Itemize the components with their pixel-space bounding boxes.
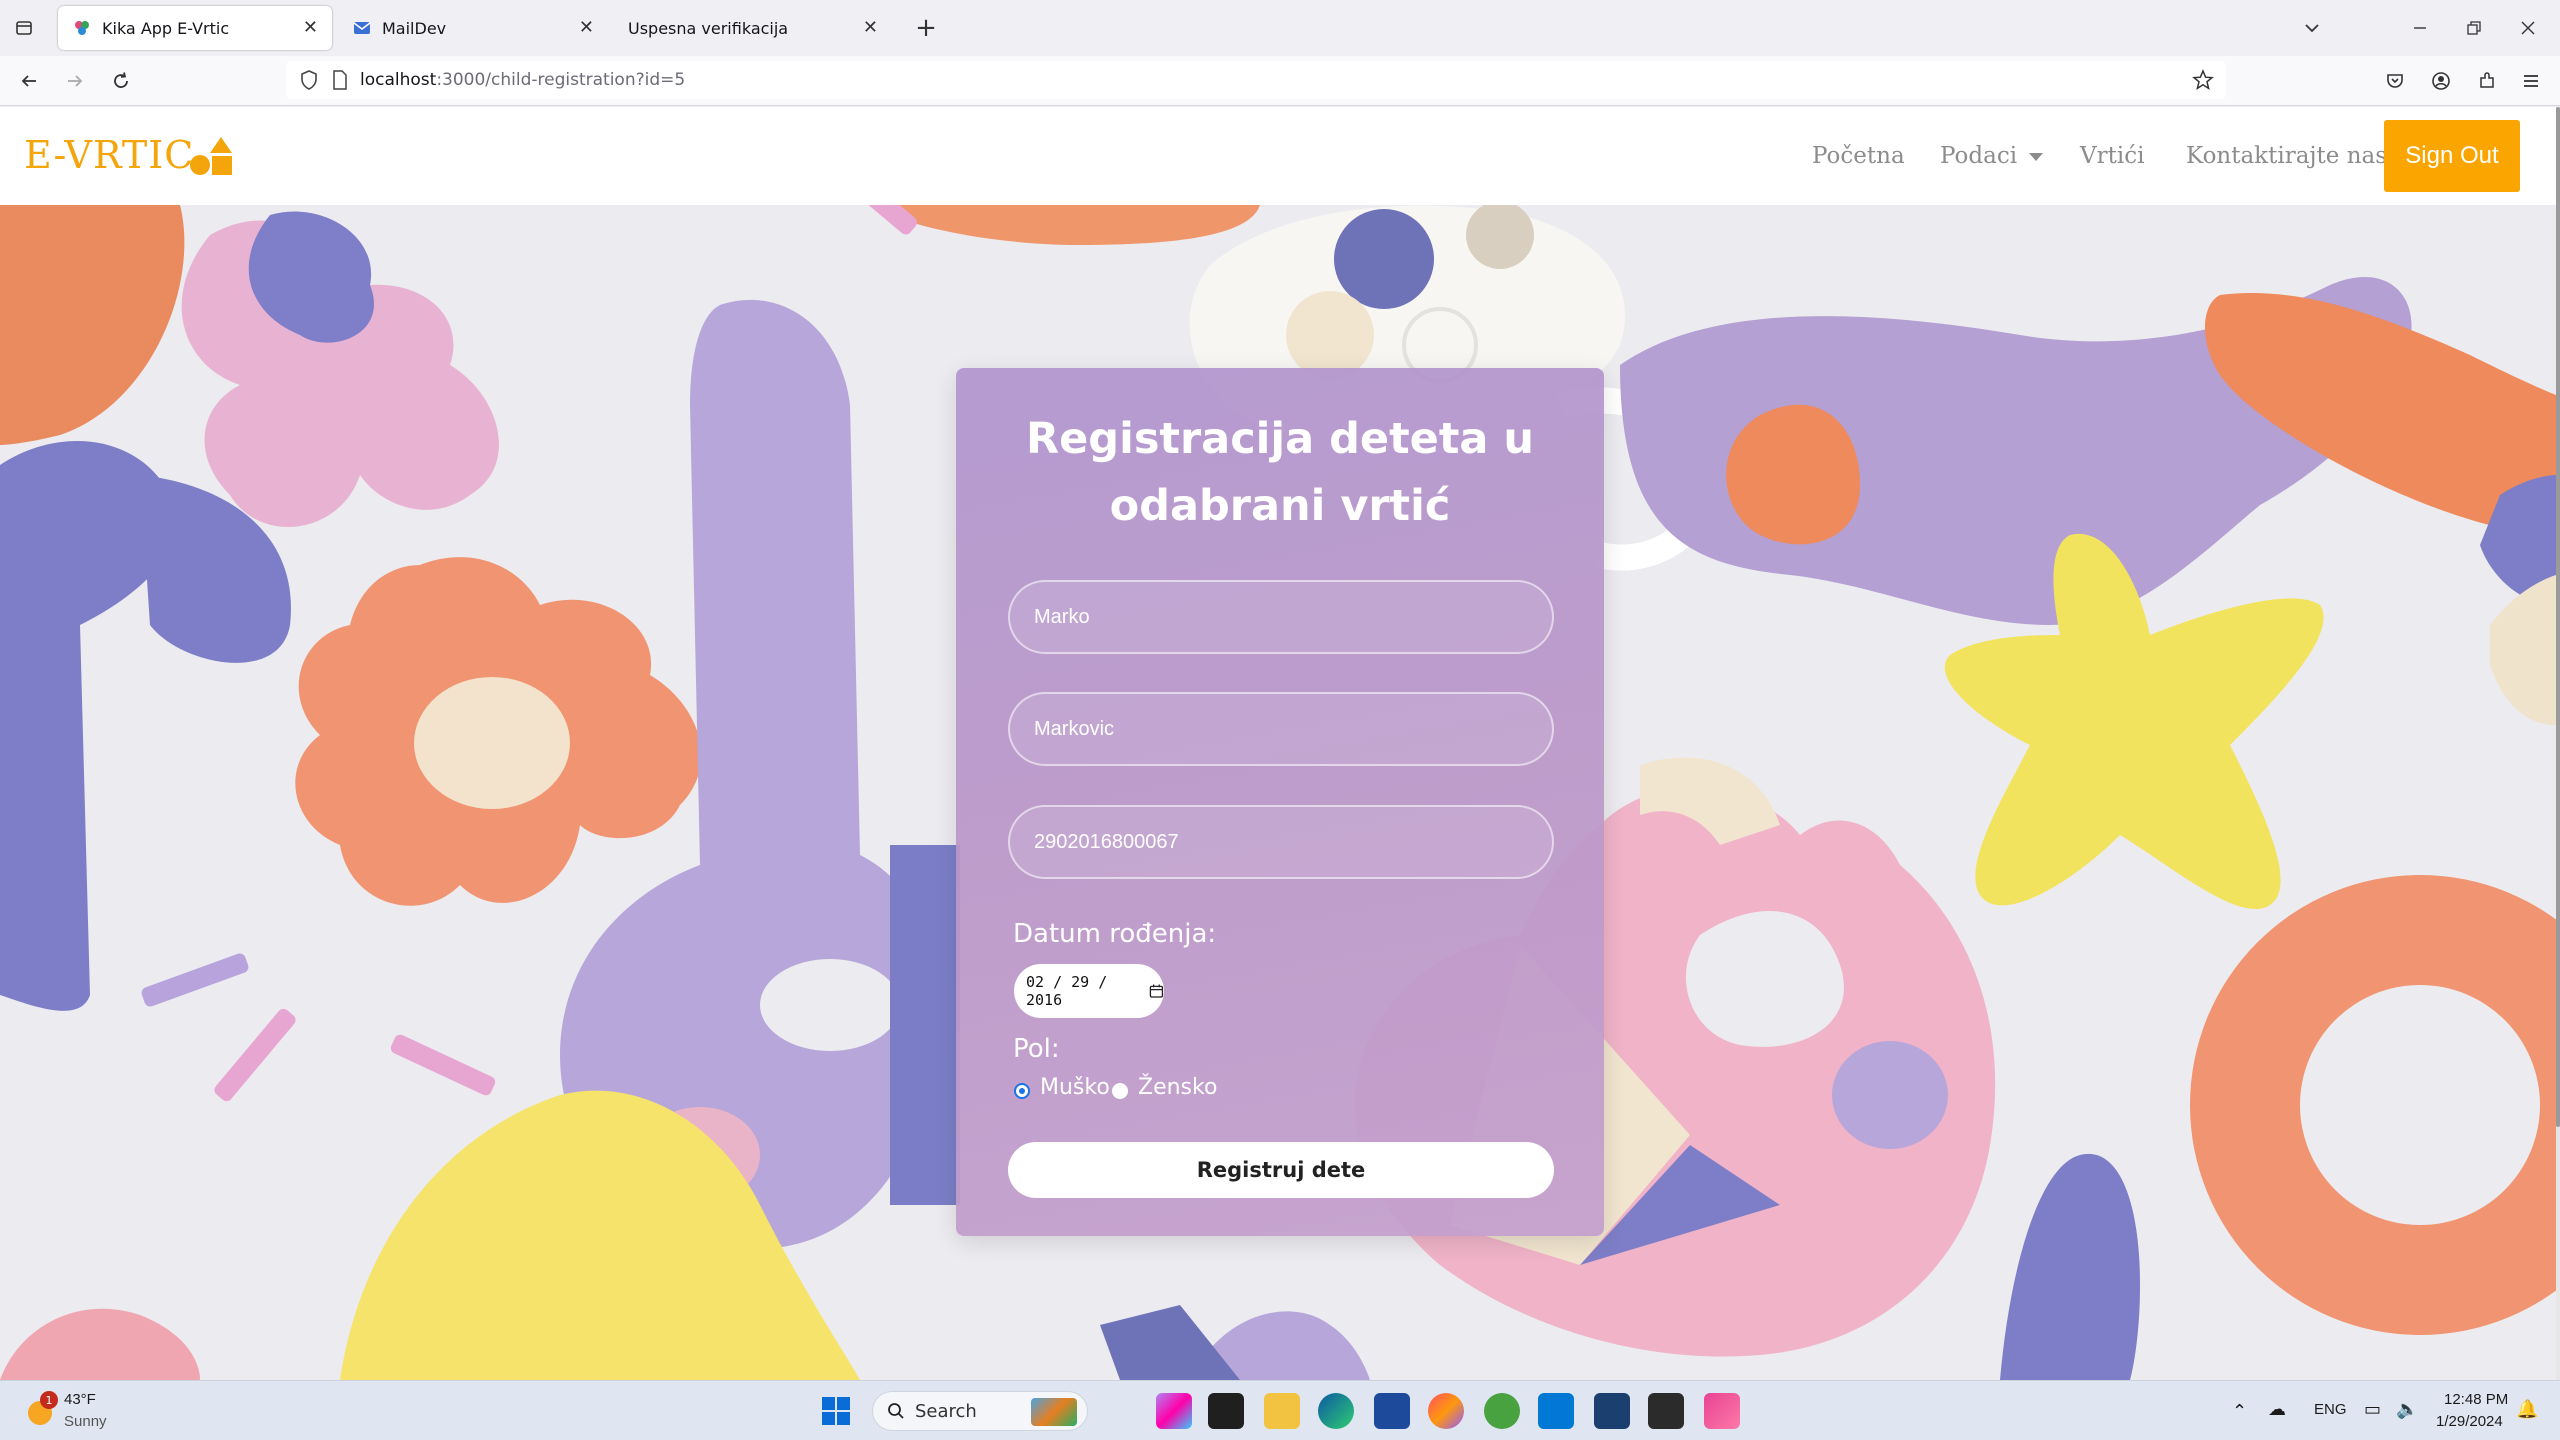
weather-desc: Sunny [64,1413,107,1430]
tab-kika-app[interactable]: Kika App E-Vrtic ✕ [58,6,332,50]
nav-kindergartens[interactable]: Vrtići [2080,143,2144,169]
browser-toolbar: localhost :3000/child-registration?id=5 [0,56,2560,106]
site-header: E-VRTIC Početna Podaci Vrtići Kontaktira… [0,107,2556,205]
gender-female-label[interactable]: Žensko [1138,1075,1217,1100]
child-registration-card: Registracija deteta u odabrani vrtić Mar… [956,368,1604,1236]
nav-data-label: Podaci [1940,143,2018,169]
form-title: Registracija deteta u odabrani vrtić [956,406,1604,540]
windows-taskbar: 1 43°F Sunny Search ⌃ ☁ ENG ▭ 🔈 12:48 PM… [0,1380,2560,1440]
volume-icon[interactable]: 🔈 [2396,1399,2418,1420]
language-indicator[interactable]: ENG [2314,1401,2347,1418]
pocket-icon[interactable] [2380,66,2410,96]
taskbar-search-label: Search [915,1400,977,1422]
nav-home[interactable]: Početna [1812,143,1905,169]
nav-data-dropdown[interactable]: Podaci [1940,143,2044,169]
spring-tool-icon[interactable] [1484,1393,1520,1429]
tab-label: MailDev [382,18,447,38]
form-title-line2: odabrani vrtić [1109,481,1451,531]
gender-male-radio[interactable] [1014,1083,1030,1099]
ssms-icon[interactable] [1594,1393,1630,1429]
restore-icon[interactable] [2456,12,2492,44]
url-path: :3000/child-registration?id=5 [436,70,686,90]
weather-temp: 43°F [64,1391,96,1408]
network-icon[interactable]: ▭ [2364,1399,2381,1420]
tray-chevron-up-icon[interactable]: ⌃ [2232,1401,2247,1422]
close-tab-icon[interactable]: ✕ [579,17,594,38]
register-child-button[interactable]: Registruj dete [1008,1142,1554,1198]
address-bar[interactable]: localhost :3000/child-registration?id=5 [286,61,2226,99]
search-highlight-icon [1031,1398,1077,1426]
minimize-icon[interactable] [2402,12,2438,44]
store-icon[interactable] [1374,1393,1410,1429]
clock-date[interactable]: 1/29/2024 [2436,1413,2503,1430]
calendar-icon[interactable] [1149,983,1164,999]
back-arrow-icon[interactable] [14,66,44,96]
close-tab-icon[interactable]: ✕ [303,17,318,38]
nav-contact[interactable]: Kontaktirajte nas [2186,143,2387,169]
last-name-input[interactable]: Markovic [1008,692,1554,766]
file-explorer-icon[interactable] [1264,1393,1300,1429]
gender-label: Pol: [1013,1034,1060,1064]
snipping-tool-icon[interactable] [1704,1393,1740,1429]
close-tab-icon[interactable]: ✕ [863,17,878,38]
dob-label: Datum rođenja: [1013,919,1217,949]
date-of-birth-input[interactable]: 02 / 29 / 2016 [1014,964,1164,1018]
chevron-down-icon[interactable] [2296,12,2328,44]
logo-text: E-VRTIC [24,133,195,177]
gender-male-label[interactable]: Muško [1040,1075,1110,1100]
tab-maildev[interactable]: MailDev ✕ [338,6,608,50]
shield-icon[interactable] [300,70,318,90]
clock-time[interactable]: 12:48 PM [2444,1391,2508,1408]
new-tab-icon[interactable]: + [910,12,942,44]
bookmark-star-icon[interactable] [2192,69,2214,91]
weather-badge: 1 [40,1391,58,1409]
copilot-icon[interactable] [1156,1393,1192,1429]
tab-label: Kika App E-Vrtic [102,18,230,38]
gender-female-radio[interactable] [1112,1083,1128,1099]
tab-label: Uspesna verifikacija [628,18,789,38]
form-title-line1: Registracija deteta u [1026,414,1534,464]
task-view-icon[interactable] [1208,1393,1244,1429]
jmbg-input[interactable]: 2902016800067 [1008,805,1554,879]
search-icon [888,1403,904,1419]
caret-down-icon [2029,153,2044,161]
reload-icon[interactable] [106,66,136,96]
site-logo[interactable]: E-VRTIC [24,133,232,177]
scrollbar-thumb[interactable] [2556,107,2560,1127]
date-value: 02 / 29 / 2016 [1026,973,1108,1009]
weather-widget[interactable]: 1 [22,1391,62,1433]
first-name-input[interactable]: Marko [1008,580,1554,654]
forward-arrow-icon[interactable] [60,66,90,96]
terminal-icon[interactable] [1648,1393,1684,1429]
tab-uspesna-verifikacija[interactable]: Uspesna verifikacija ✕ [614,6,892,50]
tab-list-icon[interactable] [10,14,38,42]
mail-favicon-icon [352,18,372,38]
account-icon[interactable] [2426,66,2456,96]
browser-tab-strip: Kika App E-Vrtic ✕ MailDev ✕ Uspesna ver… [0,0,2560,56]
onedrive-icon[interactable]: ☁ [2268,1399,2286,1420]
logo-shapes-icon [190,137,232,175]
menu-icon[interactable] [2516,66,2546,96]
edge-icon[interactable] [1318,1393,1354,1429]
url-host: localhost [360,70,437,90]
vscode-icon[interactable] [1538,1393,1574,1429]
sign-out-button[interactable]: Sign Out [2384,120,2520,192]
windows-start-icon[interactable] [818,1393,854,1429]
extensions-icon[interactable] [2472,66,2502,96]
notification-bell-icon[interactable]: 🔔 [2516,1399,2538,1420]
page-scrollbar[interactable] [2556,107,2560,1380]
close-window-icon[interactable] [2510,12,2546,44]
firefox-icon[interactable] [1428,1393,1464,1429]
page-icon [332,70,348,90]
taskbar-search[interactable]: Search [872,1391,1088,1431]
kika-favicon-icon [72,18,92,38]
